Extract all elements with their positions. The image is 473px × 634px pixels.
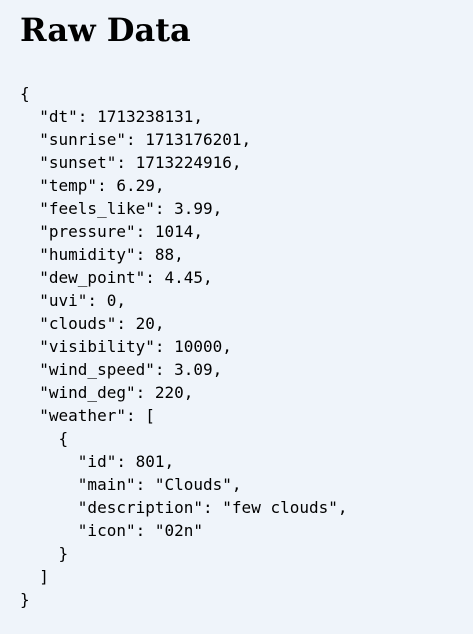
json-line: "wind_speed": 3.09, <box>20 360 223 379</box>
json-line: "dew_point": 4.45, <box>20 268 213 287</box>
json-line: "weather": [ <box>20 406 155 425</box>
raw-data-json: { "dt": 1713238131, "sunrise": 171317620… <box>20 82 348 611</box>
json-line: "sunrise": 1713176201, <box>20 130 252 149</box>
json-line: "sunset": 1713224916, <box>20 153 242 172</box>
json-line: "icon": "02n" <box>20 521 204 540</box>
json-line: } <box>20 544 69 563</box>
json-line: "wind_deg": 220, <box>20 383 194 402</box>
json-line: { <box>20 429 69 448</box>
json-line: "main": "Clouds", <box>20 475 242 494</box>
json-line: "dt": 1713238131, <box>20 107 204 126</box>
json-line: ] <box>20 567 49 586</box>
page-title: Raw Data <box>20 11 191 49</box>
json-line: "pressure": 1014, <box>20 222 204 241</box>
json-line: { <box>20 84 30 103</box>
json-line: "feels_like": 3.99, <box>20 199 223 218</box>
json-line: "humidity": 88, <box>20 245 184 264</box>
json-line: "uvi": 0, <box>20 291 126 310</box>
json-line: } <box>20 590 30 609</box>
json-line: "clouds": 20, <box>20 314 165 333</box>
json-line: "id": 801, <box>20 452 175 471</box>
json-line: "description": "few clouds", <box>20 498 348 517</box>
json-line: "temp": 6.29, <box>20 176 165 195</box>
json-line: "visibility": 10000, <box>20 337 232 356</box>
